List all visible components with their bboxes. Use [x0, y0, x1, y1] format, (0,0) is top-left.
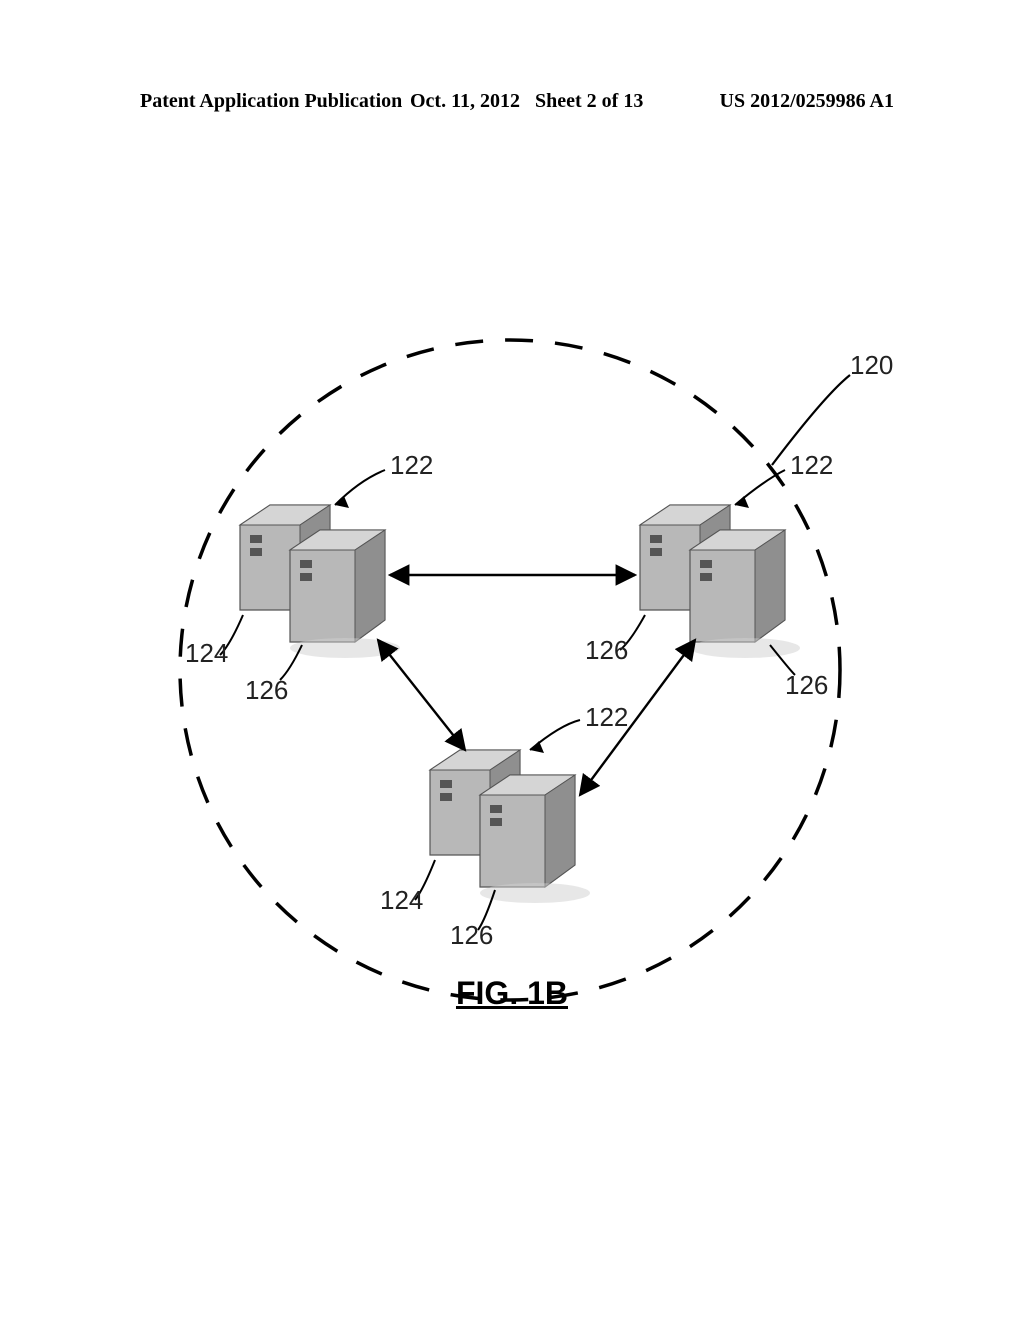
- server-126-b: [480, 775, 590, 903]
- figure-caption: FIG. 1B: [0, 975, 1024, 1012]
- header-pub-number: US 2012/0259986 A1: [720, 90, 894, 113]
- ref-122-tr: 122: [790, 450, 833, 481]
- server-pair-bottom: [415, 720, 590, 930]
- ref-120: 120: [850, 350, 893, 381]
- server-126-tr-front: [690, 530, 800, 658]
- ref-124-tl: 124: [185, 638, 228, 669]
- figure-svg: [130, 320, 890, 1040]
- ref-122-tl: 122: [390, 450, 433, 481]
- ref-126-b: 126: [450, 920, 493, 951]
- server-pair-top-left: [220, 470, 400, 680]
- ref-122-b: 122: [585, 702, 628, 733]
- server-pair-top-right: [620, 470, 800, 675]
- ref-126-tl: 126: [245, 675, 288, 706]
- header-date: Oct. 11, 2012: [410, 90, 520, 112]
- figure-1b: 120 122 122 122 124 126 126 126 124 126: [130, 320, 890, 1040]
- ref-126-tr-front: 126: [785, 670, 828, 701]
- page-header: Patent Application Publication Oct. 11, …: [0, 90, 1024, 120]
- header-sheet: Sheet 2 of 13: [535, 90, 643, 112]
- ref-124-b: 124: [380, 885, 423, 916]
- header-date-sheet: Oct. 11, 2012 Sheet 2 of 13: [410, 90, 643, 113]
- ref-126-tr-back: 126: [585, 635, 628, 666]
- header-pub-type: Patent Application Publication: [140, 90, 402, 113]
- server-126-tl: [290, 530, 400, 658]
- link-left: [378, 640, 465, 750]
